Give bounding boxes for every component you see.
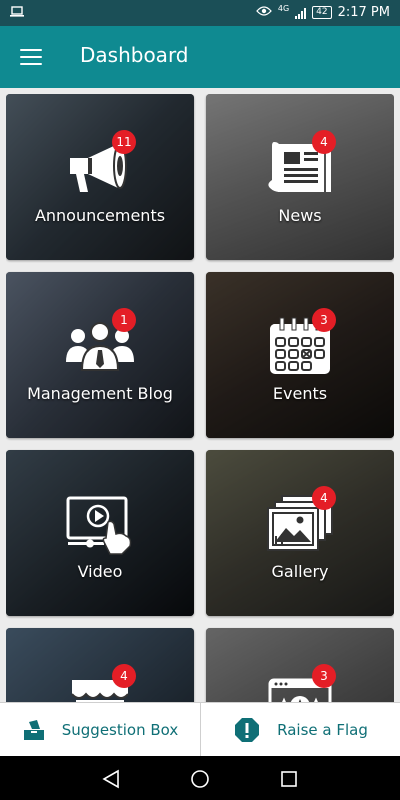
signal-icon (295, 7, 307, 19)
badge-count: 4 (112, 664, 136, 688)
badge-count: 4 (312, 486, 336, 510)
suggestion-box-button[interactable]: Suggestion Box (0, 703, 200, 757)
tile-gallery[interactable]: 4 Gallery (206, 450, 394, 616)
tile-label: Video (77, 562, 123, 581)
tile-label: Events (272, 384, 328, 403)
system-nav-bar (0, 756, 400, 800)
raise-a-flag-button[interactable]: Raise a Flag (200, 703, 400, 757)
tile-label: Announcements (34, 206, 166, 225)
tile-store[interactable]: 4 (6, 628, 194, 702)
tile-management-blog[interactable]: 1 Management Blog (6, 272, 194, 438)
tile-events[interactable]: 3 Events (206, 272, 394, 438)
badge-count: 3 (312, 308, 336, 332)
battery-icon: 42 (312, 6, 332, 19)
tile-label: Gallery (271, 562, 329, 581)
badge-count: 3 (312, 664, 336, 688)
network-type: 4G (277, 4, 290, 13)
badge-count: 1 (112, 308, 136, 332)
hamburger-menu-icon[interactable] (20, 49, 42, 67)
badge-count: 4 (312, 130, 336, 154)
laptop-icon (10, 6, 24, 21)
bottom-action-bar: Suggestion Box Raise a Flag (0, 702, 400, 757)
home-icon[interactable] (189, 768, 211, 790)
status-bar: 4G 42 2:17 PM (0, 0, 400, 26)
dashboard-grid: 11 Announcements 4 News 1 Management Blo… (6, 94, 394, 702)
tile-rating[interactable]: 3 (206, 628, 394, 702)
raise-a-flag-label: Raise a Flag (277, 721, 368, 739)
recents-icon[interactable] (278, 768, 300, 790)
video-touch-icon (66, 496, 132, 555)
back-icon[interactable] (100, 768, 122, 790)
badge-count: 11 (112, 130, 136, 154)
tile-announcements[interactable]: 11 Announcements (6, 94, 194, 260)
eye-icon (255, 5, 272, 20)
ballot-box-icon (23, 720, 44, 740)
clock: 2:17 PM (337, 5, 390, 20)
app-bar: Dashboard (0, 26, 400, 88)
suggestion-box-label: Suggestion Box (61, 721, 179, 739)
tile-news[interactable]: 4 News (206, 94, 394, 260)
page-title: Dashboard (80, 43, 189, 67)
tile-label: Management Blog (27, 384, 173, 403)
tile-video[interactable]: Video (6, 450, 194, 616)
alert-icon (235, 718, 260, 742)
tile-label: News (278, 206, 322, 225)
